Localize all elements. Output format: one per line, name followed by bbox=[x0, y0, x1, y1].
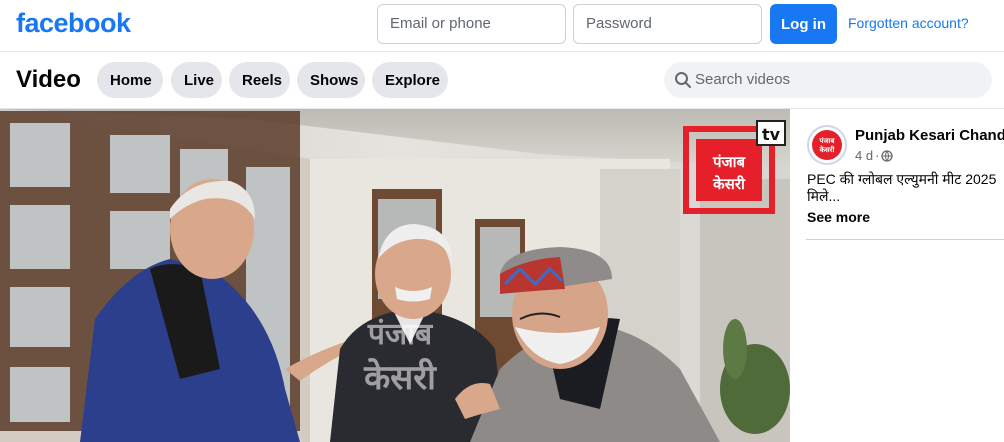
meta-separator: · bbox=[875, 148, 880, 163]
forgot-account-link[interactable]: Forgotten account? bbox=[848, 15, 969, 31]
search-placeholder: Search videos bbox=[695, 71, 791, 88]
tab-shows[interactable]: Shows bbox=[297, 62, 365, 98]
watermark-tv: tv bbox=[762, 125, 781, 144]
divider bbox=[806, 239, 1004, 240]
avatar-text-1: पंजाब bbox=[819, 137, 836, 145]
post-info-panel: पंजाब केसरी Punjab Kesari Chandigarh 4 d… bbox=[790, 109, 1004, 442]
post-text-line-1: PEC की ग्लोबल एल्युमनी मीट 2025 bbox=[807, 171, 997, 187]
email-field[interactable]: Email or phone bbox=[377, 4, 566, 44]
overlay-watermark: पंजाब केसरी bbox=[363, 317, 437, 398]
see-more-button[interactable]: See more bbox=[807, 209, 870, 225]
page-name-link[interactable]: Punjab Kesari Chandigarh bbox=[855, 127, 1004, 144]
watermark-line-1: पंजाब bbox=[712, 153, 747, 171]
page-title: Video bbox=[16, 66, 81, 93]
search-videos-input[interactable]: Search videos bbox=[664, 62, 992, 98]
login-button[interactable]: Log in bbox=[770, 4, 837, 44]
globe-icon bbox=[881, 149, 894, 162]
avatar[interactable]: पंजाब केसरी bbox=[807, 125, 847, 165]
post-text: PEC की ग्लोबल एल्युमनी मीट 2025 मिले... bbox=[807, 171, 997, 205]
tab-explore[interactable]: Explore bbox=[372, 62, 448, 98]
top-header: facebook Email or phone Password Log in … bbox=[0, 0, 1004, 52]
tab-reels[interactable]: Reels bbox=[229, 62, 290, 98]
tab-home[interactable]: Home bbox=[97, 62, 163, 98]
avatar-text-2: केसरी bbox=[819, 145, 836, 154]
overlay-watermark-line-1: पंजाब bbox=[367, 317, 434, 352]
tab-live[interactable]: Live bbox=[171, 62, 222, 98]
post-meta: 4 d · bbox=[855, 148, 894, 163]
post-text-line-2: मिले... bbox=[807, 188, 841, 204]
watermark-line-2: केसरी bbox=[712, 175, 746, 193]
password-field[interactable]: Password bbox=[573, 4, 762, 44]
video-frame: पंजाब केसरी tv पंजाब केसरी bbox=[0, 109, 790, 442]
search-icon bbox=[675, 72, 691, 88]
overlay-watermark-line-2: केसरी bbox=[363, 357, 437, 398]
video-nav: Video Home Live Reels Shows Explore Sear… bbox=[0, 53, 1004, 109]
facebook-logo[interactable]: facebook bbox=[16, 8, 131, 39]
video-player[interactable]: पंजाब केसरी tv पंजाब केसरी bbox=[0, 109, 790, 442]
punjab-kesari-avatar-icon: पंजाब केसरी bbox=[812, 130, 842, 160]
post-age[interactable]: 4 d bbox=[855, 148, 873, 163]
